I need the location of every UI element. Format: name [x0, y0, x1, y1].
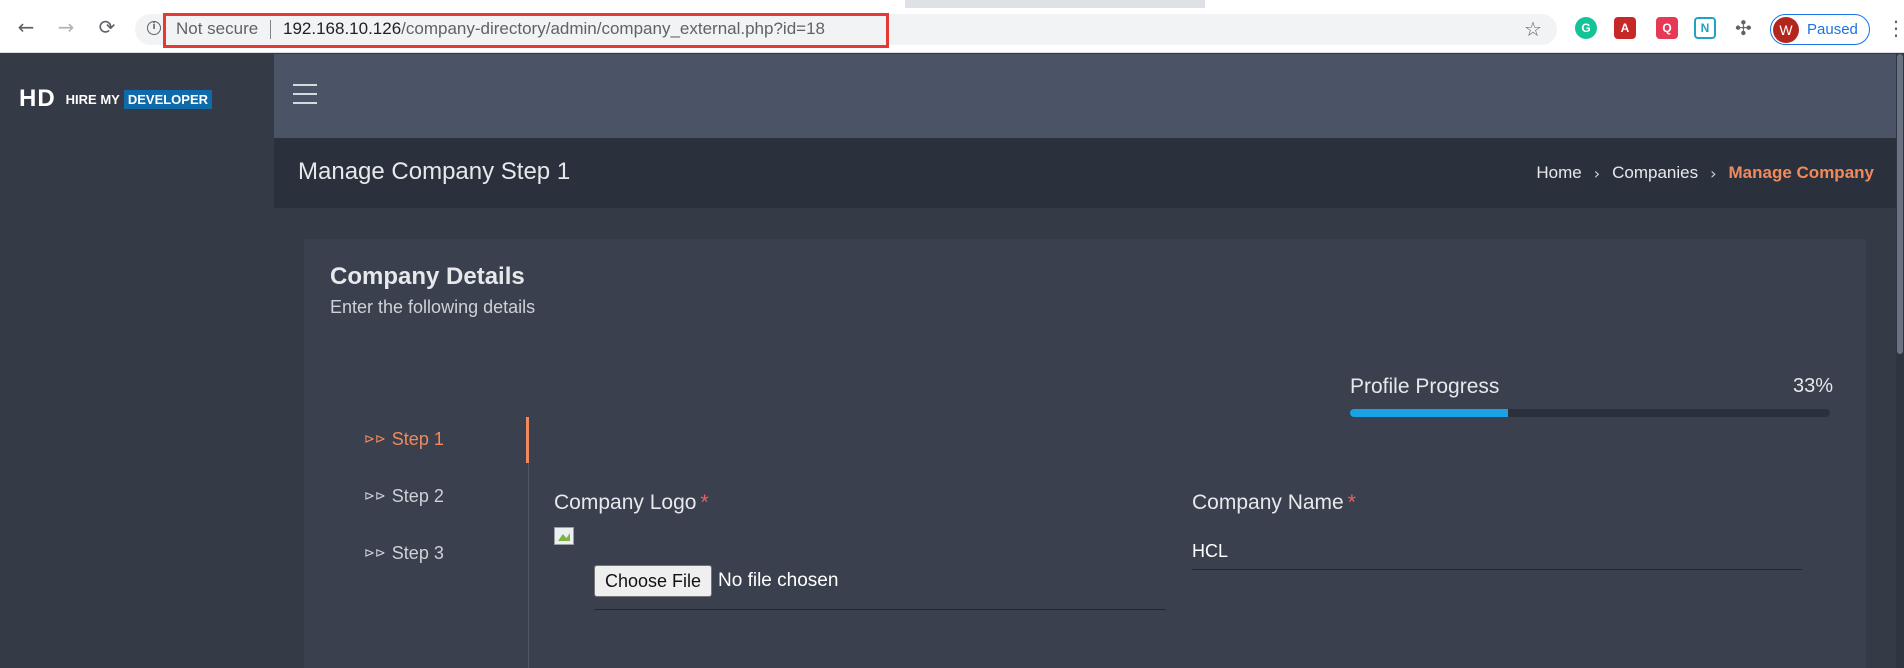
- url-text[interactable]: 192.168.10.126/company-directory/admin/c…: [283, 19, 825, 39]
- scrollbar-thumb[interactable]: [1897, 54, 1903, 354]
- info-icon[interactable]: i: [147, 21, 161, 35]
- inactive-tab[interactable]: [1205, 0, 1904, 8]
- top-navbar: [274, 54, 1904, 138]
- required-mark: *: [1347, 491, 1356, 514]
- logo-mark: HD: [19, 85, 56, 112]
- file-input-underline: [594, 609, 1166, 610]
- step-item-2[interactable]: ⊳⊳ Step 2: [364, 486, 444, 507]
- grammarly-extension-icon[interactable]: G: [1575, 17, 1597, 39]
- company-details-card: [304, 239, 1866, 668]
- reload-icon[interactable]: ⟳: [96, 15, 118, 39]
- chevron-right-icon: ›: [1710, 163, 1717, 183]
- logo-highlight: DEVELOPER: [123, 89, 213, 109]
- url-path: /company-directory/admin/company_externa…: [401, 19, 825, 38]
- avatar[interactable]: W: [1773, 17, 1799, 43]
- sidebar: [0, 54, 274, 668]
- double-chevron-icon: ⊳⊳: [364, 432, 386, 447]
- breadcrumb-current: Manage Company: [1728, 163, 1874, 182]
- active-step-indicator: [526, 417, 529, 463]
- company-name-input[interactable]: HCL: [1192, 541, 1228, 562]
- breadcrumb-companies[interactable]: Companies: [1612, 163, 1698, 183]
- logo-text: HIRE MY: [65, 91, 120, 107]
- step-label: Step 3: [391, 543, 444, 563]
- address-separator: [270, 20, 271, 39]
- n-extension-icon[interactable]: N: [1694, 17, 1716, 39]
- step-label: Step 2: [391, 486, 444, 506]
- card-title: Company Details: [330, 263, 525, 290]
- security-label[interactable]: Not secure: [176, 19, 258, 39]
- breadcrumb-home[interactable]: Home: [1536, 163, 1581, 183]
- file-status-text: No file chosen: [718, 570, 839, 591]
- double-chevron-icon: ⊳⊳: [364, 489, 386, 504]
- active-tab[interactable]: [0, 0, 905, 8]
- bookmark-star-icon[interactable]: ☆: [1524, 17, 1542, 41]
- logo-preview-image: [554, 527, 574, 545]
- page-title: Manage Company Step 1: [298, 158, 571, 185]
- step-item-1[interactable]: ⊳⊳ Step 1: [364, 429, 444, 450]
- required-mark: *: [700, 491, 709, 514]
- browser-menu-icon[interactable]: ⋮: [1886, 16, 1904, 40]
- steps-divider: [528, 463, 529, 668]
- step-item-3[interactable]: ⊳⊳ Step 3: [364, 543, 444, 564]
- profile-progress-bar: [1350, 409, 1830, 417]
- profile-status[interactable]: Paused: [1807, 21, 1858, 38]
- company-name-label-text: Company Name: [1192, 491, 1344, 514]
- progress-value: 33%: [1793, 375, 1834, 397]
- brand-logo[interactable]: HD HIRE MY DEVELOPER: [19, 85, 213, 113]
- pdf-extension-icon[interactable]: A: [1614, 17, 1636, 39]
- company-name-label: Company Name *: [1192, 491, 1356, 515]
- url-host: 192.168.10.126: [283, 19, 402, 38]
- breadcrumb: Home › Companies › Manage Company: [1536, 163, 1874, 183]
- forward-icon[interactable]: →: [55, 15, 77, 39]
- choose-file-button[interactable]: Choose File: [594, 565, 713, 597]
- company-logo-label: Company Logo *: [554, 491, 709, 515]
- back-icon[interactable]: ←: [15, 15, 37, 39]
- company-logo-label-text: Company Logo: [554, 491, 697, 514]
- extensions-puzzle-icon[interactable]: ✣: [1735, 16, 1752, 40]
- hamburger-menu-icon[interactable]: [293, 84, 317, 104]
- progress-fill: [1350, 409, 1509, 417]
- company-name-underline: [1192, 569, 1802, 570]
- q-extension-icon[interactable]: Q: [1656, 17, 1678, 39]
- page-scrollbar[interactable]: [1896, 54, 1904, 668]
- card-subtitle: Enter the following details: [330, 297, 536, 317]
- chevron-right-icon: ›: [1593, 163, 1601, 183]
- step-label: Step 1: [391, 429, 444, 449]
- double-chevron-icon: ⊳⊳: [364, 546, 386, 561]
- progress-label: Profile Progress: [1350, 375, 1500, 398]
- tab-strip: [0, 0, 1904, 8]
